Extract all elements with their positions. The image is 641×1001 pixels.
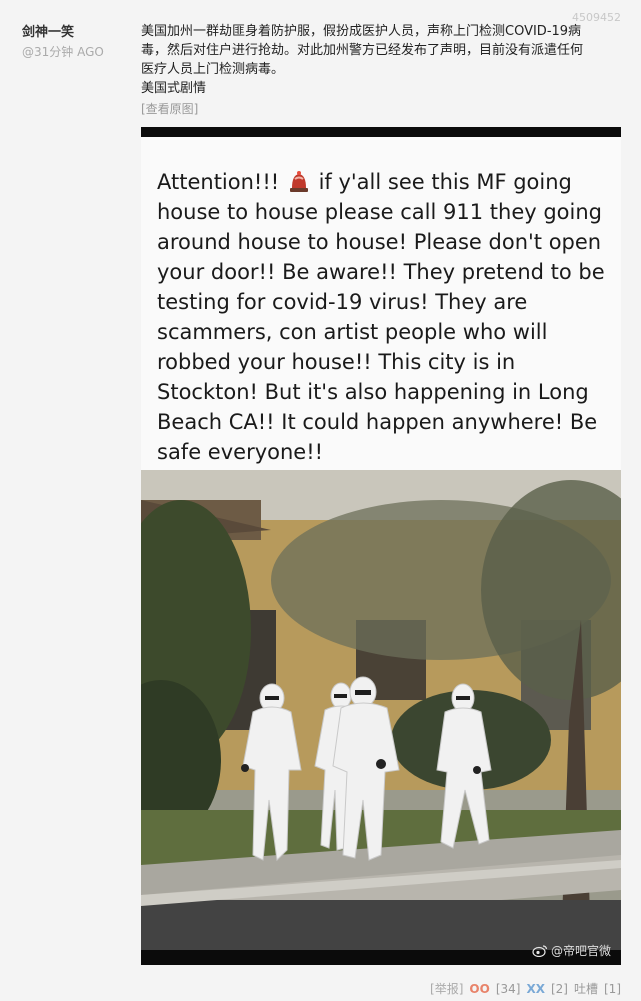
post-text-line: 美国式剧情 bbox=[141, 81, 207, 96]
oo-vote-button[interactable]: OO bbox=[469, 982, 489, 996]
xx-vote-button[interactable]: XX bbox=[526, 982, 545, 996]
post-card: 4509452 剑神一笑 @31分钟 AGO 美国加州一群劫匪身着防护服，假扮成… bbox=[0, 0, 641, 1001]
siren-emoji-icon bbox=[289, 171, 308, 192]
tucao-button[interactable]: 吐槽 bbox=[574, 980, 598, 997]
post-text-line: 医疗人员上门检测病毒。 bbox=[141, 62, 285, 77]
post-text-line: 美国加州一群劫匪身着防护服，假扮成医护人员，声称上门检测COVID-19病 bbox=[141, 24, 582, 39]
post-image[interactable]: Attention!!! if y'all see this MF going … bbox=[141, 127, 621, 965]
image-watermark: @帝吧官微 bbox=[532, 942, 611, 959]
image-text-panel: Attention!!! if y'all see this MF going … bbox=[141, 137, 621, 470]
xx-count: [2] bbox=[550, 981, 568, 996]
image-top-border bbox=[141, 127, 621, 137]
caption-attention: Attention!!! bbox=[157, 170, 280, 194]
author-block: 剑神一笑 @31分钟 AGO bbox=[22, 24, 132, 60]
weibo-icon bbox=[532, 945, 548, 957]
post-footer: [举报] OO [34] XX [2] 吐槽 [1] bbox=[430, 980, 621, 997]
watermark-text: @帝吧官微 bbox=[550, 944, 611, 958]
author-name[interactable]: 剑神一笑 bbox=[22, 24, 132, 42]
post-content: 美国加州一群劫匪身着防护服，假扮成医护人员，声称上门检测COVID-19病 毒，… bbox=[141, 22, 621, 117]
image-caption: Attention!!! if y'all see this MF going … bbox=[157, 167, 612, 467]
caption-body: if y'all see this MF going house to hous… bbox=[157, 170, 605, 464]
tucao-count: [1] bbox=[604, 981, 621, 996]
photo-people-in-hazmat-suits bbox=[141, 470, 621, 950]
report-button[interactable]: [举报] bbox=[430, 980, 463, 997]
post-text-line: 毒，然后对住户进行抢劫。对此加州警方已经发布了声明，目前没有派遣任何 bbox=[141, 43, 584, 58]
view-original-link[interactable]: [查看原图] bbox=[141, 101, 621, 117]
post-time: @31分钟 AGO bbox=[22, 45, 104, 59]
oo-count: [34] bbox=[495, 981, 521, 996]
